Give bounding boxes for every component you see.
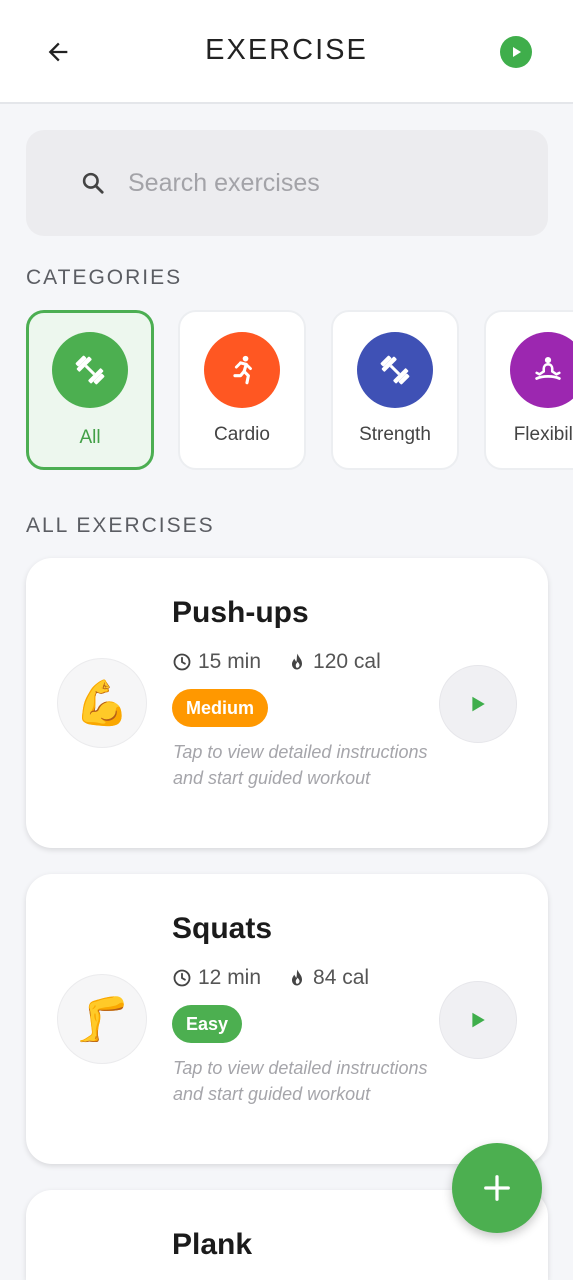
duration: 12 min (172, 966, 261, 990)
search-input[interactable] (128, 168, 488, 198)
categories-heading: CATEGORIES (26, 266, 183, 289)
exercise-name: Push-ups (172, 596, 309, 629)
plus-icon (484, 1175, 510, 1201)
calories: 84 cal (287, 966, 369, 990)
start-workout-button[interactable] (500, 36, 532, 68)
category-icon-circle (52, 332, 128, 408)
difficulty-badge: Easy (172, 1005, 243, 1043)
calories-text: 120 cal (313, 650, 381, 673)
play-exercise-button[interactable] (439, 665, 517, 743)
duration: 15 min (172, 650, 261, 674)
category-strength[interactable]: Strength (331, 310, 459, 470)
play-circle-icon (513, 47, 521, 57)
exercise-card-push-ups[interactable]: 💪 Push-ups 15 min 120 cal Medium Tap to … (26, 558, 548, 848)
app-header: EXERCISE (0, 0, 573, 104)
category-label: All (79, 427, 101, 448)
search-icon (80, 170, 106, 196)
exercise-emoji: 💪 (57, 658, 147, 748)
category-label: Flexibilit (513, 424, 573, 445)
category-icon-circle (510, 332, 573, 408)
exercise-name: Squats (172, 912, 273, 945)
exercise-name: Plank (172, 1228, 253, 1261)
exercise-meta: 15 min 120 cal (172, 650, 407, 674)
category-icon-circle (204, 332, 280, 408)
category-icon-circle (357, 332, 433, 408)
fire-icon (292, 653, 303, 670)
category-all[interactable]: All (26, 310, 154, 470)
add-exercise-button[interactable] (452, 1143, 542, 1233)
play-exercise-button[interactable] (439, 981, 517, 1059)
categories-row: All Cardio Strength Flexibil (0, 310, 573, 472)
duration-text: 12 min (198, 966, 262, 989)
meditation-icon (535, 356, 561, 380)
exercise-description: Tap to view detailed instructions and st… (173, 742, 428, 788)
exercise-emoji: 🦵 (57, 974, 147, 1064)
dumbbell-icon (380, 355, 410, 385)
category-label: Strength (359, 424, 431, 445)
exercise-meta: 12 min 84 cal (172, 966, 395, 990)
page-title: EXERCISE (205, 34, 368, 66)
category-flexibility[interactable]: Flexibilit (484, 310, 573, 470)
exercise-description: Tap to view detailed instructions and st… (173, 1058, 428, 1104)
exercise-card-squats[interactable]: 🦵 Squats 12 min 84 cal Easy Tap to view … (26, 874, 548, 1164)
play-icon (472, 1012, 485, 1028)
running-icon (233, 355, 252, 385)
calories: 120 cal (287, 650, 381, 674)
clock-icon (173, 653, 191, 671)
category-cardio[interactable]: Cardio (178, 310, 306, 470)
category-label: Cardio (214, 424, 270, 445)
duration-text: 15 min (198, 650, 262, 673)
play-icon (472, 696, 485, 712)
exercises-heading: ALL EXERCISES (26, 514, 215, 537)
clock-icon (173, 969, 191, 987)
search-bar[interactable] (26, 130, 548, 236)
dumbbell-icon (75, 355, 105, 385)
difficulty-badge: Medium (172, 689, 269, 727)
fire-icon (292, 969, 303, 986)
calories-text: 84 cal (313, 966, 370, 989)
